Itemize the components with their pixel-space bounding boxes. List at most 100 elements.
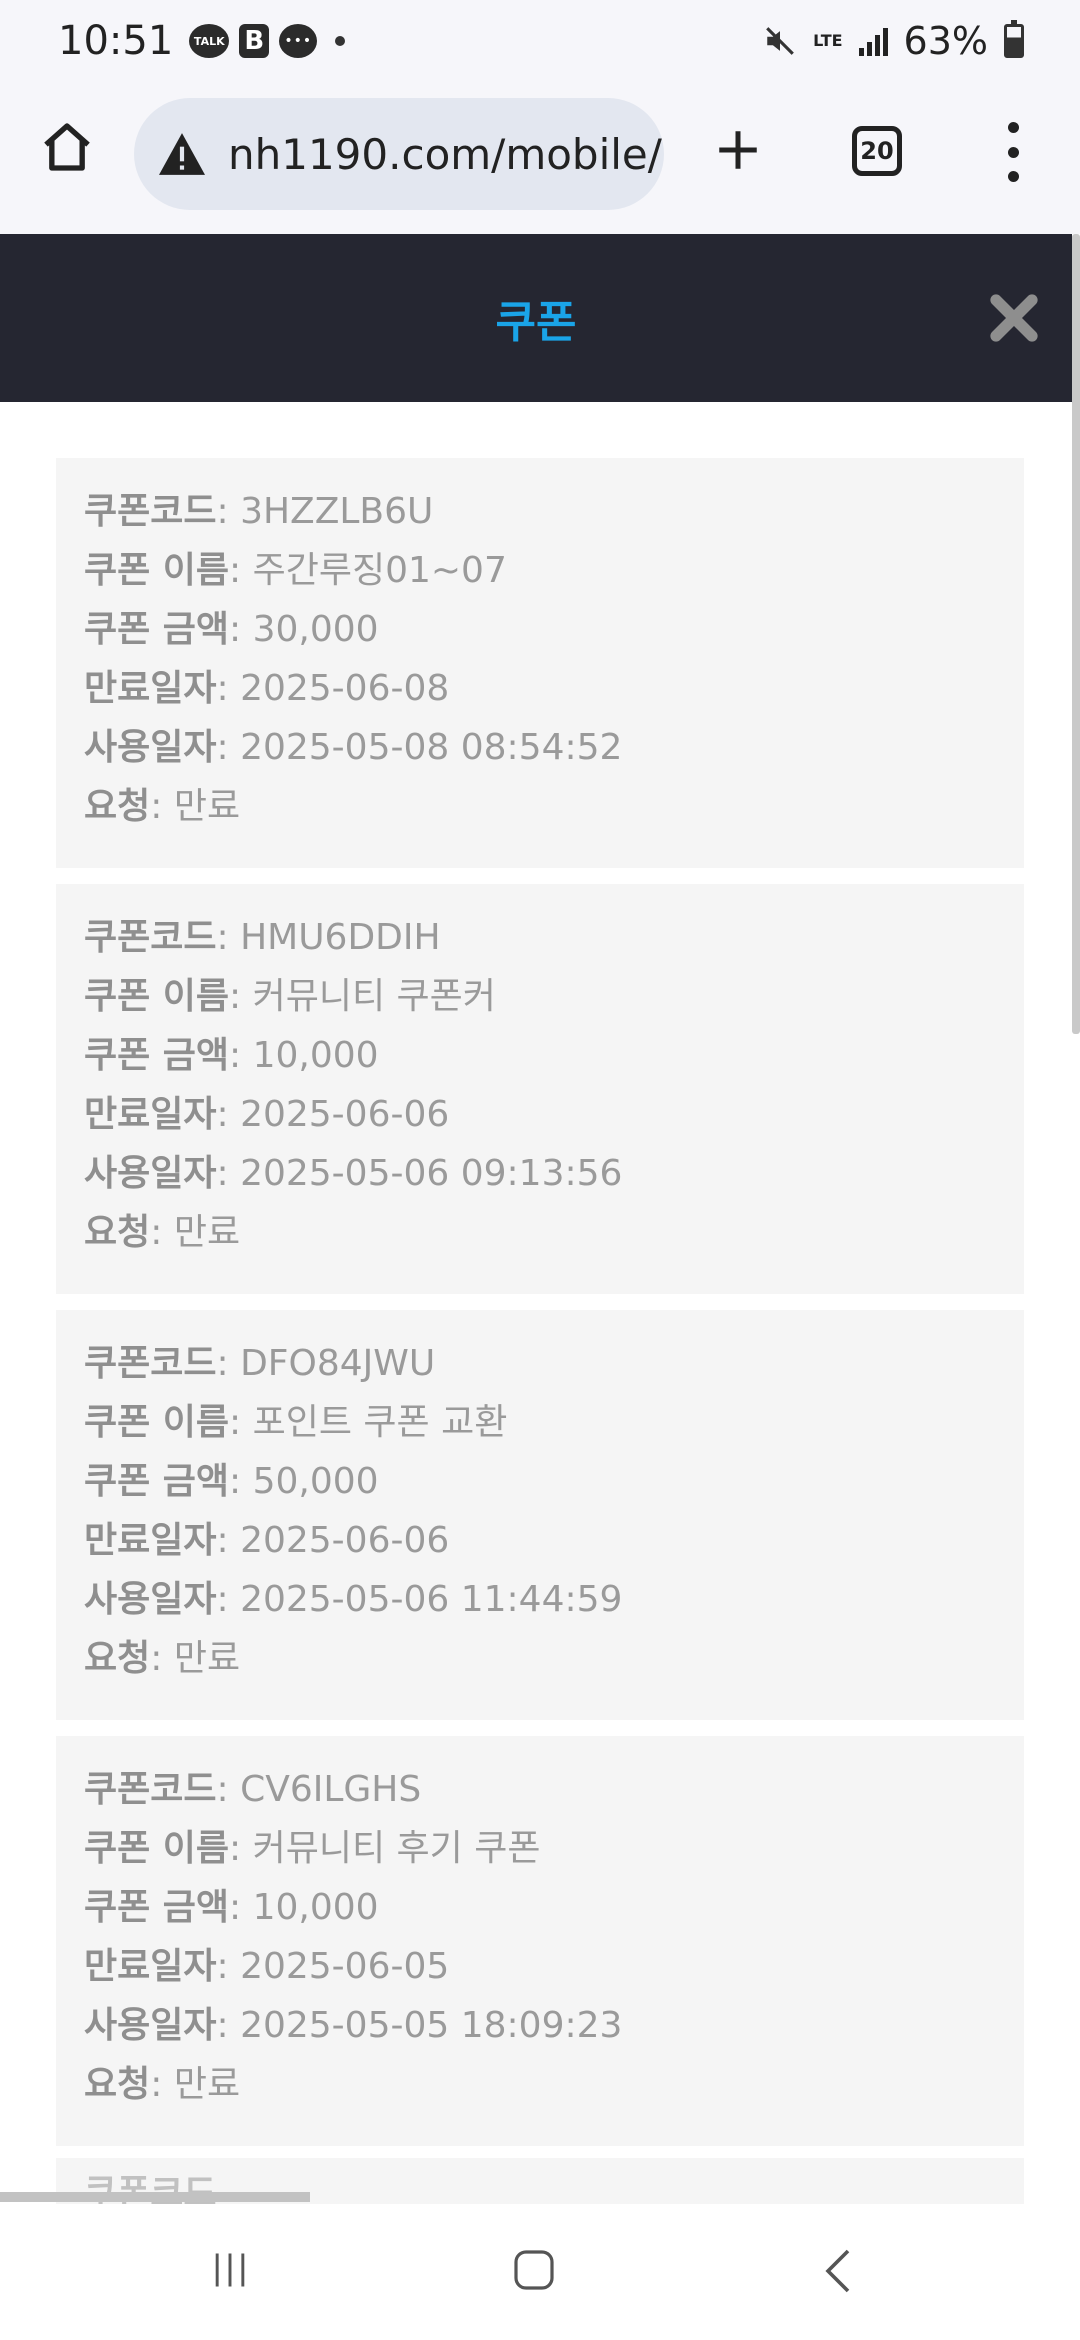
- coupon-amount-value: 30,000: [252, 609, 379, 650]
- coupon-code-row: 쿠폰코드: CV6ILGHS: [84, 1769, 422, 1810]
- coupon-request-value: 만료: [173, 1212, 241, 1253]
- coupon-amount-value: 50,000: [252, 1461, 379, 1502]
- coupon-name-label: 쿠폰 이름: [84, 976, 230, 1017]
- coupon-list: 쿠폰코드: 3HZZLB6U 쿠폰 이름: 주간루징01~07 쿠폰 금액: 3…: [56, 458, 1024, 2162]
- coupon-request-row: 요청: 만료: [84, 2064, 241, 2105]
- coupon-amount-row: 쿠폰 금액: 30,000: [84, 609, 379, 650]
- warning-icon[interactable]: [156, 131, 208, 177]
- battery-icon: [1004, 20, 1024, 58]
- coupon-code-row: 쿠폰코드: 3HZZLB6U: [84, 491, 434, 532]
- coupon-code-value: HMU6DDIH: [240, 917, 441, 958]
- coupon-amount-row: 쿠폰 금액: 10,000: [84, 1035, 379, 1076]
- coupon-name-row: 쿠폰 이름: 커뮤니티 쿠폰커: [84, 976, 496, 1017]
- page-title: 쿠폰: [495, 297, 577, 348]
- coupon-amount-row: 쿠폰 금액: 50,000: [84, 1461, 379, 1502]
- coupon-used-row: 사용일자: 2025-05-05 18:09:23: [84, 2005, 623, 2046]
- coupon-amount-value: 10,000: [252, 1887, 379, 1928]
- kakaotalk-icon: TALK: [189, 24, 230, 58]
- message-icon: •••: [279, 24, 318, 58]
- url-text[interactable]: nh1190.com/mobile/: [228, 130, 662, 179]
- new-tab-button[interactable]: [710, 122, 766, 178]
- coupon-name-row: 쿠폰 이름: 포인트 쿠폰 교환: [84, 1402, 508, 1443]
- coupon-card: 쿠폰코드: HMU6DDIH 쿠폰 이름: 커뮤니티 쿠폰커 쿠폰 금액: 10…: [56, 884, 1024, 1294]
- coupon-card: 쿠폰코드: CV6ILGHS 쿠폰 이름: 커뮤니티 후기 쿠폰 쿠폰 금액: …: [56, 1736, 1024, 2146]
- browser-menu-button[interactable]: [998, 122, 1028, 182]
- coupon-name-row: 쿠폰 이름: 주간루징01~07: [84, 550, 507, 591]
- horizontal-scrollbar[interactable]: [0, 2192, 310, 2202]
- coupon-amount-label: 쿠폰 금액: [84, 609, 230, 650]
- coupon-code-value: 3HZZLB6U: [240, 491, 434, 532]
- coupon-amount-row: 쿠폰 금액: 10,000: [84, 1887, 379, 1928]
- coupon-card: 쿠폰코드: DFO84JWU 쿠폰 이름: 포인트 쿠폰 교환 쿠폰 금액: 5…: [56, 1310, 1024, 1720]
- coupon-code-value: DFO84JWU: [240, 1343, 436, 1384]
- coupon-used-value: 2025-05-06 11:44:59: [240, 1579, 623, 1620]
- coupon-expiry-label: 만료일자: [84, 1946, 217, 1987]
- coupon-used-label: 사용일자: [84, 1153, 217, 1194]
- coupon-request-row: 요청: 만료: [84, 1212, 241, 1253]
- coupon-expiry-label: 만료일자: [84, 668, 217, 709]
- coupon-request-value: 만료: [173, 786, 241, 827]
- coupon-code-row: 쿠폰코드: DFO84JWU: [84, 1343, 436, 1384]
- menu-dot: [1007, 171, 1019, 182]
- battery-percent: 63%: [903, 19, 988, 63]
- notification-icons: TALK B •••: [189, 24, 346, 58]
- coupon-used-row: 사용일자: 2025-05-06 11:44:59: [84, 1579, 623, 1620]
- home-icon: [44, 123, 90, 171]
- band-icon: B: [239, 24, 270, 58]
- coupon-code-row: 쿠폰코드: HMU6DDIH: [84, 917, 441, 958]
- coupon-request-label: 요청: [84, 2064, 151, 2105]
- more-notifications-icon: [335, 36, 346, 46]
- close-icon: [990, 294, 1038, 342]
- coupon-expiry-label: 만료일자: [84, 1520, 217, 1561]
- home-nav-button[interactable]: [510, 2246, 558, 2294]
- coupon-amount-label: 쿠폰 금액: [84, 1887, 230, 1928]
- coupon-expiry-row: 만료일자: 2025-06-05: [84, 1946, 450, 1987]
- coupon-card: 쿠폰코드: 3HZZLB6U 쿠폰 이름: 주간루징01~07 쿠폰 금액: 3…: [56, 458, 1024, 868]
- browser-home-button[interactable]: [38, 118, 96, 176]
- close-button[interactable]: [984, 288, 1044, 348]
- coupon-code-value: CV6ILGHS: [240, 1769, 422, 1810]
- coupon-used-label: 사용일자: [84, 1579, 217, 1620]
- coupon-request-row: 요청: 만료: [84, 1638, 241, 1679]
- coupon-name-label: 쿠폰 이름: [84, 1828, 230, 1869]
- status-time: 10:51: [58, 18, 174, 64]
- page-header: 쿠폰: [0, 234, 1072, 402]
- vertical-scrollbar[interactable]: [1072, 234, 1080, 1034]
- coupon-request-label: 요청: [84, 786, 151, 827]
- coupon-request-label: 요청: [84, 1212, 151, 1253]
- coupon-expiry-value: 2025-06-05: [240, 1946, 450, 1987]
- coupon-name-row: 쿠폰 이름: 커뮤니티 후기 쿠폰: [84, 1828, 541, 1869]
- status-bar: 10:51 TALK B ••• LTE 63%: [0, 0, 1080, 82]
- coupon-code-label: 쿠폰코드: [84, 1343, 217, 1384]
- coupon-used-value: 2025-05-08 08:54:52: [240, 727, 623, 768]
- menu-dot: [1007, 122, 1019, 133]
- coupon-used-value: 2025-05-06 09:13:56: [240, 1153, 623, 1194]
- coupon-expiry-value: 2025-06-06: [240, 1094, 450, 1135]
- address-bar[interactable]: nh1190.com/mobile/: [134, 98, 664, 210]
- coupon-name-value: 커뮤니티 후기 쿠폰: [252, 1828, 541, 1869]
- coupon-expiry-value: 2025-06-08: [240, 668, 450, 709]
- coupon-used-label: 사용일자: [84, 727, 217, 768]
- back-button[interactable]: [818, 2246, 858, 2296]
- coupon-name-value: 포인트 쿠폰 교환: [252, 1402, 508, 1443]
- coupon-name-value: 커뮤니티 쿠폰커: [252, 976, 496, 1017]
- system-icons: LTE 63%: [763, 19, 1024, 63]
- tab-switcher-button[interactable]: 20: [852, 126, 902, 176]
- recent-apps-button[interactable]: [208, 2248, 252, 2292]
- coupon-used-row: 사용일자: 2025-05-06 09:13:56: [84, 1153, 623, 1194]
- system-nav-bar: [0, 2204, 1080, 2340]
- coupon-amount-label: 쿠폰 금액: [84, 1035, 230, 1076]
- coupon-expiry-row: 만료일자: 2025-06-06: [84, 1094, 450, 1135]
- coupon-used-row: 사용일자: 2025-05-08 08:54:52: [84, 727, 623, 768]
- menu-dot: [1007, 146, 1019, 158]
- coupon-name-label: 쿠폰 이름: [84, 550, 230, 591]
- coupon-request-label: 요청: [84, 1638, 151, 1679]
- coupon-used-label: 사용일자: [84, 2005, 217, 2046]
- coupon-expiry-row: 만료일자: 2025-06-08: [84, 668, 450, 709]
- browser-toolbar: nh1190.com/mobile/ 20: [0, 82, 1080, 234]
- coupon-code-label: 쿠폰코드: [84, 2173, 217, 2208]
- coupon-expiry-value: 2025-06-06: [240, 1520, 450, 1561]
- coupon-amount-label: 쿠폰 금액: [84, 1461, 230, 1502]
- coupon-request-value: 만료: [173, 1638, 241, 1679]
- lte-icon: LTE: [813, 31, 843, 50]
